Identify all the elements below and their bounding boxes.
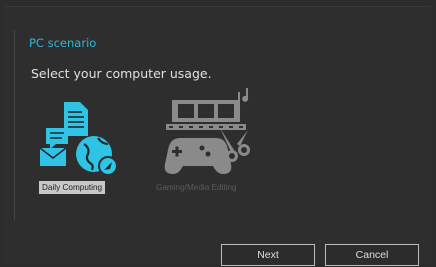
cancel-button[interactable]: Cancel bbox=[325, 244, 419, 266]
page-title: PC scenario bbox=[29, 36, 97, 50]
gaming-media-icon bbox=[164, 88, 250, 174]
next-button[interactable]: Next bbox=[221, 244, 315, 266]
option-label-gaming-media-editing: Gaming/Media Editing bbox=[156, 183, 237, 192]
usage-prompt: Select your computer usage. bbox=[31, 66, 212, 81]
option-gaming-media-editing[interactable]: Gaming/Media Editing bbox=[150, 88, 260, 196]
option-label-daily-computing: Daily Computing bbox=[39, 181, 106, 194]
daily-computing-icon bbox=[39, 102, 118, 176]
option-daily-computing[interactable]: Daily Computing bbox=[36, 100, 118, 196]
left-divider bbox=[14, 30, 15, 220]
